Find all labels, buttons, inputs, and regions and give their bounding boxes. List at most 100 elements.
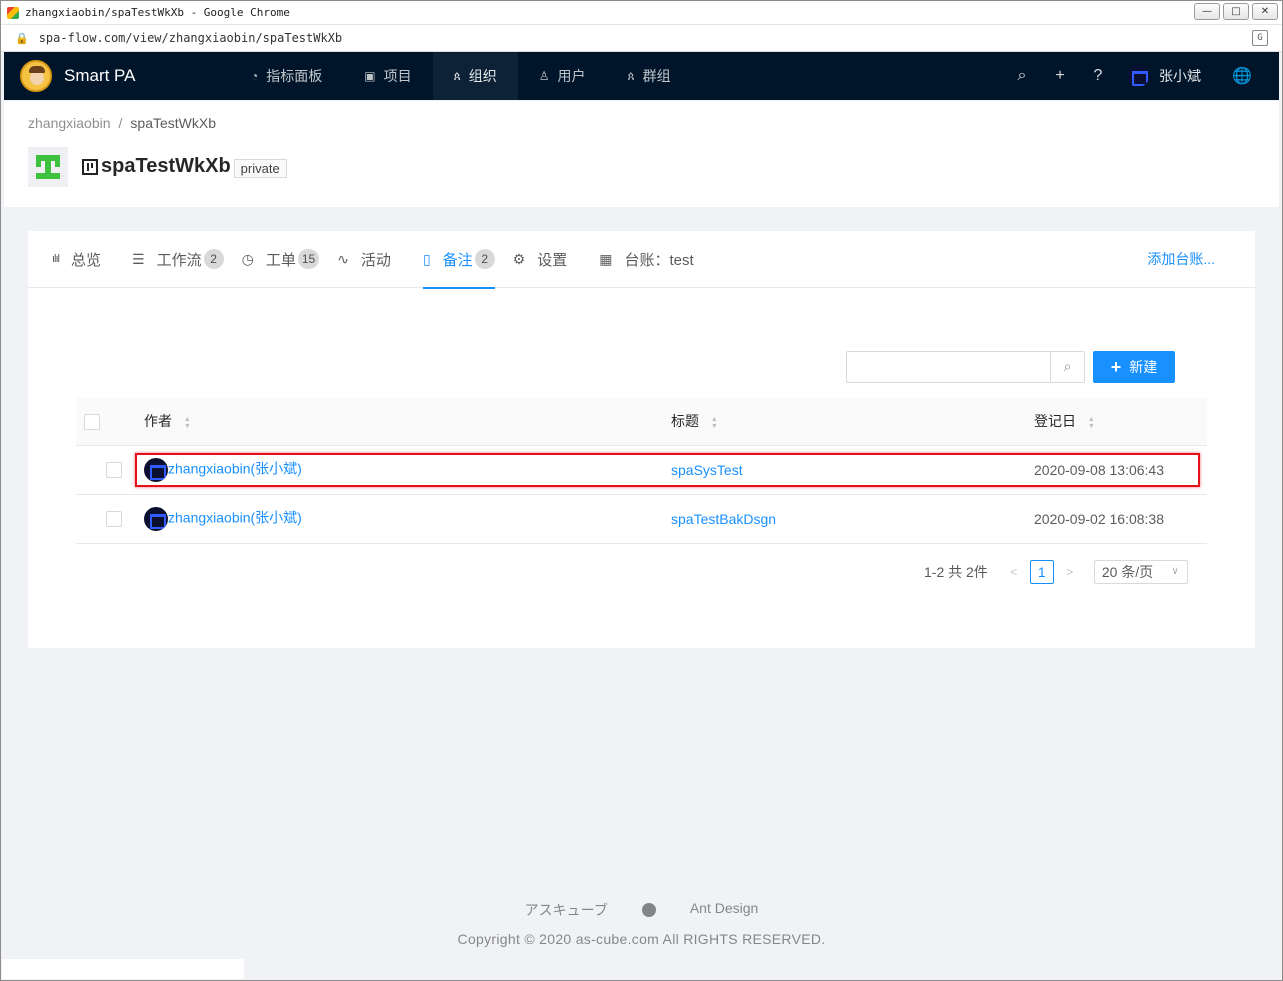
new-button-label: 新建 <box>1129 359 1158 375</box>
nav-item-projects[interactable]: ▣ 项目 <box>343 52 432 100</box>
tab-activity[interactable]: ∿ 活动 <box>337 231 391 288</box>
avatar <box>144 457 168 482</box>
tab-settings[interactable]: ⚙ 设置 <box>513 231 568 288</box>
prev-page-icon[interactable]: < <box>1002 565 1026 579</box>
date-cell: 2020-09-08 13:06:43 <box>1034 445 1207 495</box>
tab-ledger-test[interactable]: ▦ 台账：test <box>599 231 693 288</box>
minimize-button[interactable]: — <box>1194 3 1220 20</box>
brand-logo[interactable] <box>20 60 52 92</box>
maximize-button[interactable]: □ <box>1223 3 1249 20</box>
nav-label: 项目 <box>383 68 412 84</box>
title-cell: spaTestBakDsgn <box>671 494 1034 544</box>
project-icon: ▣ <box>364 69 376 83</box>
tab-label: 工单 <box>265 251 296 269</box>
app-header: Smart PA ◔ 指标面板 ▣ 项目 ጰ 组织 ♙ 用户 ጰ 群组 ⌕ + … <box>4 52 1279 100</box>
table-row[interactable]: zhangxiaobin(张小斌) spaTestBakDsgn 2020-09… <box>76 494 1207 544</box>
brand-name[interactable]: Smart PA <box>64 66 230 86</box>
next-page-icon[interactable]: > <box>1058 565 1082 579</box>
user-avatar[interactable] <box>1127 65 1149 87</box>
note-title-link[interactable]: spaTestBakDsgn <box>671 511 776 527</box>
author-cell: zhangxiaobin(张小斌) <box>144 494 671 544</box>
footer-link-ascube[interactable]: アスキューブ <box>525 900 608 920</box>
bar-chart-icon: ılıl <box>52 253 60 265</box>
column-author[interactable]: 作者 ▲ ▼ <box>144 398 671 446</box>
github-icon[interactable] <box>641 903 656 917</box>
tab-label: 工作流 <box>156 251 202 269</box>
plus-icon: + <box>1110 356 1122 377</box>
nav-item-dashboard[interactable]: ◔ 指标面板 <box>230 52 343 100</box>
add-ledger-link[interactable]: 添加台账... <box>1147 249 1215 269</box>
search-input[interactable]: ⌕ <box>846 351 1085 383</box>
footer-copyright: Copyright © 2020 as-cube.com All RIGHTS … <box>457 931 826 947</box>
nav-item-organization[interactable]: ጰ 组织 <box>432 52 518 100</box>
row-select-cell <box>76 445 144 495</box>
tab-label: 台账：test <box>624 251 694 269</box>
column-label: 作者 <box>144 413 172 430</box>
table-icon: ▦ <box>599 250 613 267</box>
row-select-cell <box>76 494 144 544</box>
top-nav: ◔ 指标面板 ▣ 项目 ጰ 组织 ♙ 用户 ጰ 群组 <box>230 52 692 100</box>
breadcrumb-current: spaTestWkXb <box>130 115 216 131</box>
tab-label: 设置 <box>537 251 568 269</box>
sort-icon[interactable]: ▲ ▼ <box>711 416 718 430</box>
language-icon[interactable]: 🌐 <box>1223 66 1261 86</box>
column-label: 标题 <box>671 413 699 430</box>
author-link[interactable]: zhangxiaobin(张小斌) <box>168 509 302 525</box>
tab-workflow[interactable]: ☰ 工作流 2 <box>132 231 224 288</box>
page-number[interactable]: 1 <box>1029 560 1054 584</box>
group-icon: ጰ <box>627 68 635 83</box>
window-controls: — □ ✕ <box>1194 3 1278 20</box>
column-date[interactable]: 登记日 ▲ ▼ <box>1034 398 1207 446</box>
footer-link-antdesign[interactable]: Ant Design <box>690 900 758 920</box>
tab-tickets[interactable]: ◷ 工单 15 <box>242 231 320 288</box>
select-all-checkbox[interactable] <box>84 413 100 430</box>
tab-label: 备注 <box>442 251 473 269</box>
workflow-icon: ☰ <box>132 250 145 267</box>
translate-icon[interactable]: G <box>1252 30 1268 46</box>
nav-item-users[interactable]: ♙ 用户 <box>518 52 607 100</box>
page-size-select[interactable]: 20 条/页 ∨ <box>1093 560 1188 584</box>
project-tabs: ılıl 总览 ☰ 工作流 2 ◷ 工单 15 ∿ 活动 ▯ 备注 2 ⚙ 设置… <box>28 231 1255 289</box>
user-name[interactable]: 张小斌 <box>1159 66 1201 86</box>
note-title-link[interactable]: spaSysTest <box>671 462 743 478</box>
breadcrumb-separator: / <box>118 115 123 131</box>
sort-icon[interactable]: ▲ ▼ <box>184 416 191 430</box>
project-avatar <box>28 147 68 187</box>
repo-icon <box>82 158 98 175</box>
column-label: 登记日 <box>1034 413 1076 430</box>
activity-icon: ∿ <box>337 250 349 267</box>
search-icon[interactable]: ⌕ <box>1050 351 1084 383</box>
date-cell: 2020-09-02 16:08:38 <box>1034 494 1207 544</box>
gear-icon: ⚙ <box>512 250 526 267</box>
tab-overview[interactable]: ılıl 总览 <box>52 231 101 288</box>
footer-links: アスキューブ Ant Design <box>0 900 1283 920</box>
nav-label: 指标面板 <box>266 68 323 84</box>
chevron-down-icon: ∨ <box>1171 566 1179 577</box>
url-text[interactable]: spa-flow.com/view/zhangxiaobin/spaTestWk… <box>39 31 342 45</box>
author-link[interactable]: zhangxiaobin(张小斌) <box>168 460 302 476</box>
dashboard-icon: ◔ <box>251 69 259 83</box>
table-row[interactable]: zhangxiaobin(张小斌) spaSysTest 2020-09-08 … <box>76 445 1207 495</box>
sort-icon[interactable]: ▲ ▼ <box>1088 416 1095 430</box>
row-checkbox[interactable] <box>106 462 122 479</box>
new-note-button[interactable]: + 新建 <box>1093 351 1175 383</box>
nav-label: 群组 <box>642 68 671 84</box>
select-all-cell <box>76 398 144 446</box>
author-cell: zhangxiaobin(张小斌) <box>144 445 671 495</box>
address-bar[interactable]: 🔒 spa-flow.com/view/zhangxiaobin/spaTest… <box>1 25 1282 52</box>
add-icon[interactable]: + <box>1041 67 1079 85</box>
column-title[interactable]: 标题 ▲ ▼ <box>671 398 1034 446</box>
project-title-row: spaTestWkXb private <box>82 155 287 178</box>
row-checkbox[interactable] <box>106 511 122 528</box>
clock-icon: ◷ <box>241 250 254 267</box>
help-icon[interactable]: ? <box>1079 67 1117 85</box>
search-icon[interactable]: ⌕ <box>1003 67 1041 85</box>
page-title: spaTestWkXb <box>101 155 231 177</box>
tab-notes[interactable]: ▯ 备注 2 <box>422 231 495 289</box>
table-header-row: 作者 ▲ ▼ 标题 ▲ ▼ 登记日 ▲ ▼ <box>76 398 1207 446</box>
close-button[interactable]: ✕ <box>1252 3 1278 20</box>
notes-table: 作者 ▲▼ 标题 ▲▼ 登记日 ▲▼ zhangxiaobin(张小斌) <box>76 398 1207 544</box>
breadcrumb-root[interactable]: zhangxiaobin <box>28 115 111 131</box>
page-header: zhangxiaobin / spaTestWkXb spaTestWkXb pri… <box>4 101 1279 207</box>
nav-item-groups[interactable]: ጰ 群组 <box>607 52 692 100</box>
